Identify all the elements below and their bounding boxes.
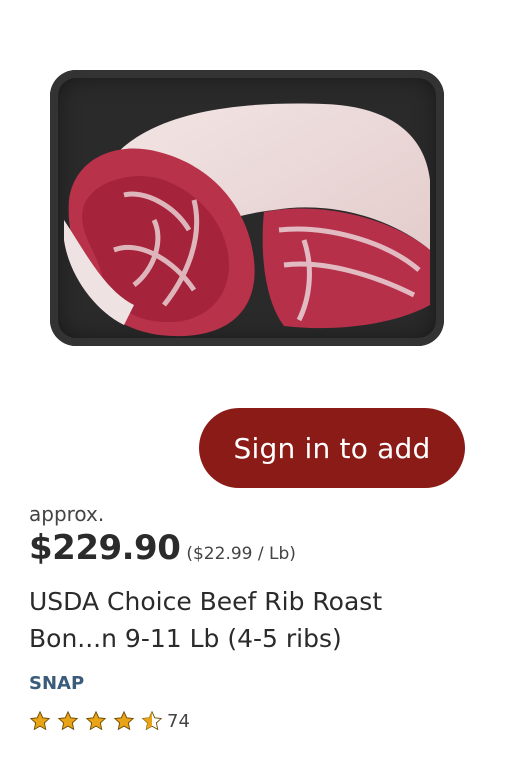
star-icon <box>29 710 51 731</box>
review-count[interactable]: 74 <box>167 711 190 732</box>
star-icon <box>57 710 79 731</box>
beef-roast-image <box>64 103 430 337</box>
star-rating[interactable]: 74 <box>29 710 190 732</box>
price-row: $229.90 ($22.99 / Lb) <box>29 528 296 568</box>
product-image[interactable] <box>50 14 456 414</box>
half-star-icon <box>141 710 163 731</box>
product-title[interactable]: USDA Choice Beef Rib Roast Bon...n 9-11 … <box>29 583 459 657</box>
approx-label: approx. <box>29 502 105 526</box>
sign-in-to-add-button[interactable]: Sign in to add <box>199 408 465 488</box>
star-icon <box>85 710 107 731</box>
star-icon <box>113 710 135 731</box>
price: $229.90 <box>29 528 181 568</box>
snap-badge: SNAP <box>29 673 85 694</box>
unit-price: ($22.99 / Lb) <box>186 544 296 564</box>
